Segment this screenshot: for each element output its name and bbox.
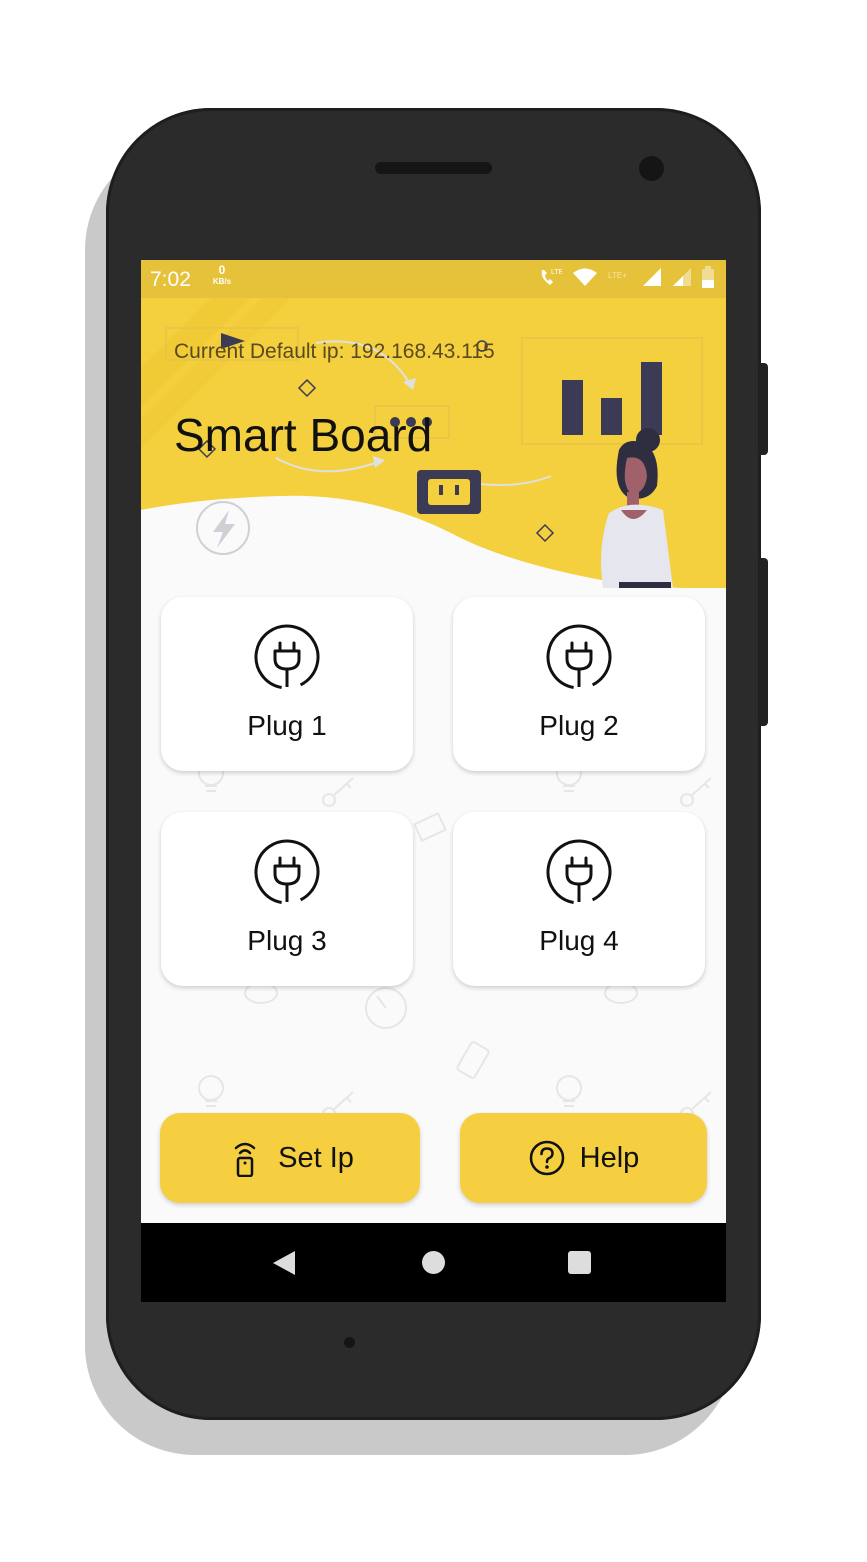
set-ip-label: Set Ip: [278, 1141, 354, 1174]
earpiece-speaker: [375, 162, 492, 174]
system-nav-bar: [141, 1223, 726, 1302]
help-label: Help: [579, 1141, 640, 1174]
svg-text:LTE: LTE: [551, 269, 562, 276]
volume-button: [759, 558, 768, 726]
help-button[interactable]: Help: [460, 1113, 707, 1203]
plug-card-2[interactable]: Plug 2: [453, 597, 705, 771]
plug-label: Plug 2: [539, 710, 619, 741]
plug-card-1[interactable]: Plug 1: [161, 597, 413, 771]
header-banner: Current Default ip: 192.168.43.115 Smart…: [141, 298, 726, 588]
app-title: Smart Board: [174, 409, 433, 461]
signal-icon-2: [672, 267, 692, 292]
set-ip-button[interactable]: Set Ip: [160, 1113, 420, 1203]
plug-card-4[interactable]: Plug 4: [453, 812, 705, 986]
plug-icon: [254, 839, 320, 905]
plug-label: Plug 3: [247, 925, 327, 956]
plug-icon: [546, 839, 612, 905]
wifi-icon: [572, 267, 598, 292]
status-time: 7:02: [150, 268, 191, 291]
lte-plus-icon: LTE+: [608, 269, 632, 290]
status-icons: LTE LTE+: [538, 265, 714, 293]
recents-icon[interactable]: [568, 1251, 591, 1274]
back-icon[interactable]: [271, 1249, 297, 1277]
network-speed-unit: KB/s: [212, 277, 232, 286]
battery-icon: [702, 265, 714, 293]
app-screen: 7:02 0 KB/s LTE LTE+ Current Default ip:…: [141, 260, 726, 1302]
network-speed-value: 0: [218, 263, 226, 277]
help-circle-icon: [529, 1140, 564, 1176]
microphone: [344, 1337, 355, 1348]
default-ip-text: Current Default ip: 192.168.43.115: [174, 340, 495, 363]
plug-label: Plug 1: [247, 710, 327, 741]
signal-icon: [642, 267, 662, 292]
power-button: [759, 363, 768, 455]
plug-icon: [254, 624, 320, 690]
status-bar: 7:02 0 KB/s LTE LTE+: [141, 260, 726, 298]
network-speed: 0 KB/s: [208, 263, 236, 287]
router-icon: [234, 1142, 256, 1177]
front-camera: [639, 156, 664, 181]
plug-icon: [546, 624, 612, 690]
plug-card-3[interactable]: Plug 3: [161, 812, 413, 986]
call-lte-icon: LTE: [538, 266, 564, 293]
home-icon[interactable]: [422, 1251, 445, 1274]
plug-label: Plug 4: [539, 925, 619, 956]
svg-text:LTE+: LTE+: [608, 271, 627, 280]
